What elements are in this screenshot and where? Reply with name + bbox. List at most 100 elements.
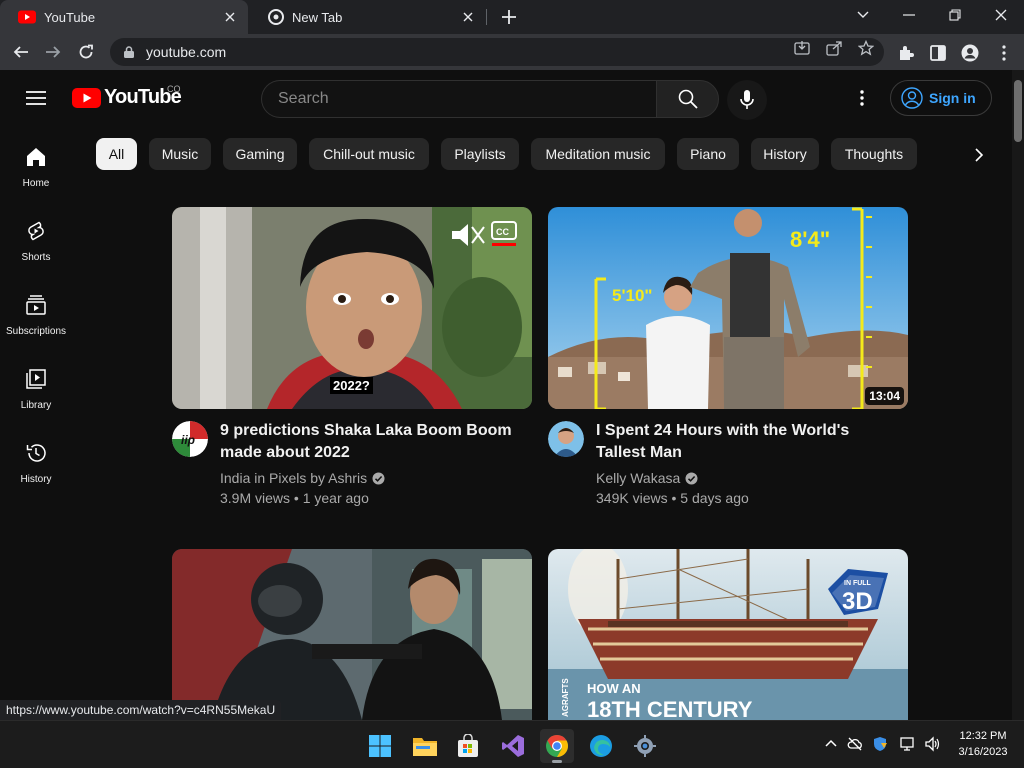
- chip-playlists[interactable]: Playlists: [441, 138, 519, 170]
- cloud-offline-icon[interactable]: [847, 736, 863, 752]
- thumbnail-overlay-line1: HOW AN: [587, 681, 641, 696]
- chip-all[interactable]: All: [96, 138, 137, 170]
- youtube-favicon-icon: [18, 10, 36, 24]
- search-box[interactable]: [261, 80, 657, 118]
- chip-history[interactable]: History: [751, 138, 819, 170]
- settings-more-button[interactable]: [850, 86, 874, 110]
- country-code: CO: [167, 84, 181, 94]
- forward-arrow-icon[interactable]: [40, 39, 66, 65]
- network-icon[interactable]: [900, 736, 916, 752]
- edge-button[interactable]: [584, 729, 618, 763]
- voice-search-button[interactable]: [727, 80, 767, 120]
- minimize-window-icon[interactable]: [886, 0, 932, 30]
- search-button[interactable]: [656, 80, 719, 118]
- search-input[interactable]: [278, 90, 638, 108]
- sidebar-item-subscriptions[interactable]: Subscriptions: [0, 274, 72, 344]
- thumbnail-image: 5'10" 8'4": [548, 207, 908, 409]
- start-button[interactable]: [363, 729, 397, 763]
- youtube-logo[interactable]: YouTube CO: [72, 84, 182, 109]
- avatar[interactable]: iip: [172, 421, 208, 457]
- tab-new-tab[interactable]: New Tab: [250, 0, 486, 34]
- badge-small-text: IN FULL: [844, 580, 872, 587]
- side-panel-icon[interactable]: [929, 44, 947, 62]
- view-count: 3.9M views: [220, 490, 291, 506]
- bookmark-star-icon[interactable]: [858, 40, 874, 56]
- tab-search-icon[interactable]: [840, 0, 886, 30]
- edge-icon: [590, 735, 612, 757]
- video-thumbnail[interactable]: IN FULL 3D HOW AN 18TH CENTURY AGRAFTS: [548, 549, 908, 720]
- chip-fade: [918, 130, 1008, 178]
- close-tab-icon[interactable]: [460, 9, 476, 25]
- height-label-short: 5'10": [612, 286, 652, 305]
- video-duration: 13:04: [865, 387, 904, 405]
- view-count: 349K views: [596, 490, 668, 506]
- sidebar-item-home[interactable]: Home: [0, 126, 72, 196]
- tab-youtube[interactable]: YouTube: [0, 0, 248, 34]
- back-arrow-icon[interactable]: [8, 39, 34, 65]
- sign-in-button[interactable]: Sign in: [890, 80, 992, 116]
- visual-studio-button[interactable]: [496, 729, 530, 763]
- security-shield-icon[interactable]: [872, 736, 888, 752]
- address-url: youtube.com: [146, 44, 227, 60]
- youtube-header: YouTube CO Sign in: [0, 70, 1012, 126]
- browser-menu-icon[interactable]: [995, 44, 1013, 62]
- browser-tab-strip: YouTube New Tab: [0, 0, 1024, 34]
- windows-taskbar: [0, 720, 1024, 768]
- avatar[interactable]: [548, 421, 584, 457]
- thumbnail-image: IN FULL 3D HOW AN 18TH CENTURY AGRAFTS: [548, 549, 908, 720]
- visual-studio-icon: [502, 735, 524, 757]
- install-app-icon[interactable]: [794, 40, 810, 56]
- profile-avatar-icon[interactable]: [961, 44, 979, 62]
- hamburger-menu-icon[interactable]: [26, 90, 46, 106]
- microsoft-store-button[interactable]: [451, 729, 485, 763]
- channel-name[interactable]: Kelly Wakasa: [596, 470, 698, 486]
- chip-meditation-music[interactable]: Meditation music: [531, 138, 665, 170]
- verified-icon: [685, 472, 698, 484]
- page-scrollbar[interactable]: [1012, 70, 1024, 720]
- video-thumbnail[interactable]: CC 2022?: [172, 207, 532, 409]
- height-label-tall: 8'4": [790, 227, 830, 252]
- shorts-icon: [28, 221, 44, 241]
- sidebar-item-library[interactable]: Library: [0, 348, 72, 418]
- chip-thoughts[interactable]: Thoughts: [831, 138, 917, 170]
- chip-chill-out-music[interactable]: Chill-out music: [309, 138, 429, 170]
- video-thumbnail[interactable]: 5'10" 8'4" 13:04: [548, 207, 908, 409]
- video-title[interactable]: 9 predictions Shaka Laka Boom Boom made …: [220, 420, 520, 464]
- verified-icon: [372, 472, 385, 484]
- page-scrollbar-thumb[interactable]: [1014, 80, 1022, 142]
- chip-piano[interactable]: Piano: [677, 138, 739, 170]
- video-thumbnail[interactable]: [172, 549, 532, 720]
- chevron-up-icon[interactable]: [823, 736, 839, 752]
- sidebar-item-history[interactable]: History: [0, 422, 72, 492]
- windows-logo-icon: [369, 735, 391, 757]
- chip-gaming[interactable]: Gaming: [223, 138, 297, 170]
- file-explorer-button[interactable]: [408, 729, 442, 763]
- settings-taskbar-button[interactable]: [628, 729, 662, 763]
- restore-window-icon[interactable]: [932, 0, 978, 30]
- video-meta: 3.9M views • 1 year ago: [220, 490, 369, 506]
- tab-divider: [486, 9, 487, 25]
- channel-name-text: Kelly Wakasa: [596, 470, 681, 486]
- upload-age: 1 year ago: [302, 490, 369, 506]
- close-tab-icon[interactable]: [222, 9, 238, 25]
- sidebar-item-shorts[interactable]: Shorts: [0, 200, 72, 270]
- browser-toolbar: youtube.com: [0, 34, 1024, 70]
- close-window-icon[interactable]: [978, 0, 1024, 30]
- chrome-taskbar-button[interactable]: [540, 729, 574, 763]
- extensions-puzzle-icon[interactable]: [897, 44, 915, 62]
- address-bar[interactable]: youtube.com: [110, 38, 884, 66]
- reload-icon[interactable]: [73, 39, 99, 65]
- vertical-dots-icon: [860, 90, 864, 106]
- microphone-icon: [740, 90, 754, 109]
- channel-name[interactable]: India in Pixels by Ashris: [220, 470, 385, 486]
- chip-music[interactable]: Music: [149, 138, 211, 170]
- chips-next-button[interactable]: [966, 142, 992, 168]
- volume-icon[interactable]: [924, 736, 940, 752]
- system-clock[interactable]: 12:32 PM 3/16/2023: [948, 728, 1018, 760]
- share-icon[interactable]: [826, 40, 842, 56]
- folder-icon: [413, 738, 437, 756]
- lock-icon: [124, 46, 134, 58]
- clock-time: 12:32 PM: [959, 730, 1007, 742]
- new-tab-button[interactable]: [498, 6, 520, 28]
- video-title[interactable]: I Spent 24 Hours with the World's Talles…: [596, 420, 896, 464]
